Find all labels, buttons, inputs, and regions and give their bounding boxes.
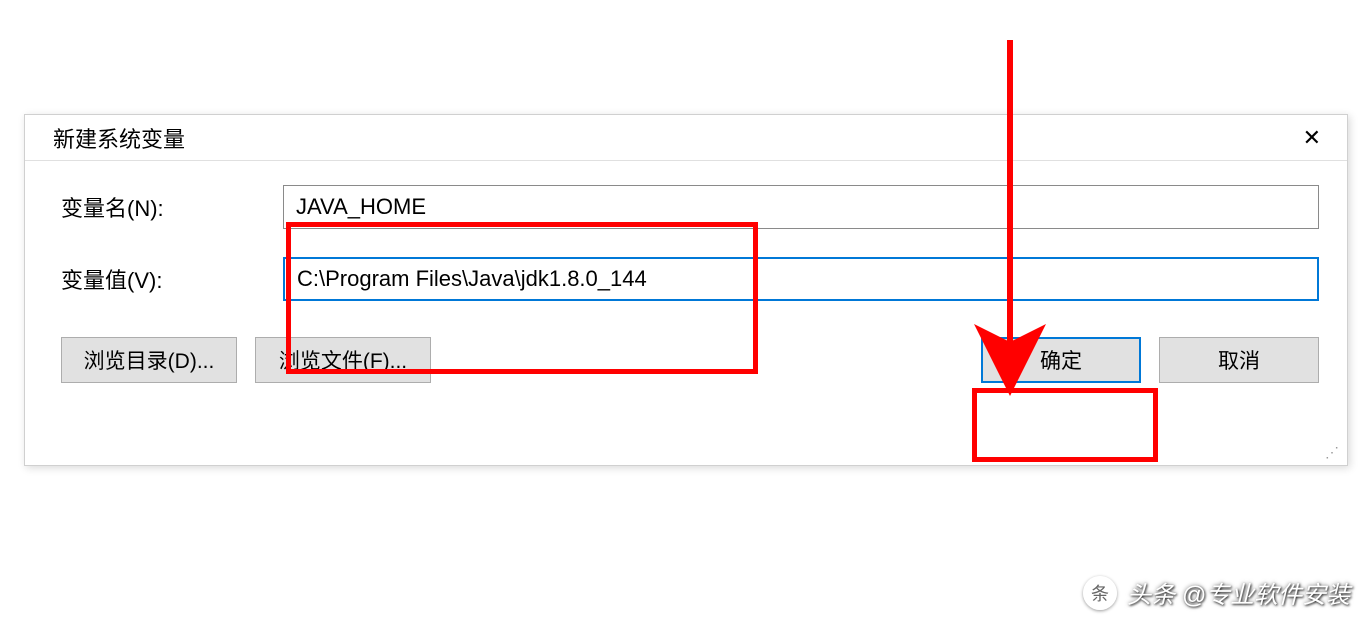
watermark-text: 头条 @专业软件安装	[1127, 575, 1350, 610]
dialog-content: 变量名(N): 变量值(V): 浏览目录(D)... 浏览文件(F)... 确定…	[25, 161, 1347, 395]
watermark: 条 头条 @专业软件安装	[1083, 575, 1350, 610]
browse-file-button[interactable]: 浏览文件(F)...	[255, 337, 431, 383]
new-system-variable-dialog: 新建系统变量 ✕ 变量名(N): 变量值(V): 浏览目录(D)... 浏览文件…	[24, 114, 1348, 466]
variable-name-row: 变量名(N):	[53, 185, 1319, 229]
close-icon[interactable]: ✕	[1295, 121, 1329, 155]
ok-button[interactable]: 确定	[981, 337, 1141, 383]
variable-value-label: 变量值(V):	[53, 263, 283, 295]
variable-name-input[interactable]	[283, 185, 1319, 229]
titlebar: 新建系统变量 ✕	[25, 115, 1347, 161]
resize-grip-icon[interactable]: ⋰	[1325, 445, 1343, 463]
variable-name-label: 变量名(N):	[53, 191, 283, 223]
browse-directory-button[interactable]: 浏览目录(D)...	[61, 337, 237, 383]
variable-value-row: 变量值(V):	[53, 257, 1319, 301]
watermark-logo-icon: 条	[1083, 576, 1117, 610]
button-row: 浏览目录(D)... 浏览文件(F)... 确定 取消	[53, 337, 1319, 383]
dialog-title: 新建系统变量	[53, 122, 185, 154]
cancel-button[interactable]: 取消	[1159, 337, 1319, 383]
variable-value-input[interactable]	[283, 257, 1319, 301]
